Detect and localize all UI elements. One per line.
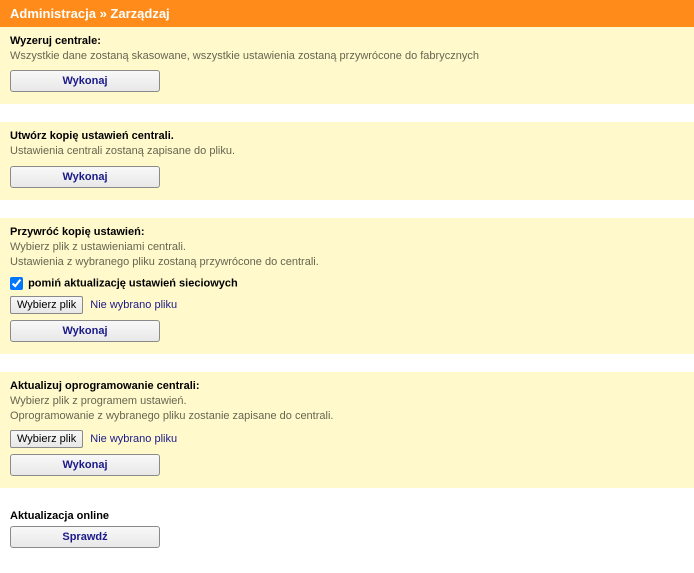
reset-desc: Wszystkie dane zostaną skasowane, wszyst…	[10, 49, 684, 64]
firmware-desc1: Wybierz plik z programem ustawień.	[10, 394, 684, 409]
reset-title: Wyzeruj centrale:	[10, 35, 684, 47]
section-backup: Utwórz kopię ustawień centrali. Ustawien…	[0, 122, 694, 199]
breadcrumb: Administracja » Zarządzaj	[0, 0, 694, 27]
backup-desc: Ustawienia centrali zostaną zapisane do …	[10, 144, 684, 159]
restore-desc2: Ustawienia z wybranego pliku zostaną prz…	[10, 255, 684, 270]
firmware-choose-file-button[interactable]: Wybierz plik	[10, 430, 83, 448]
skip-network-label[interactable]: pomiń aktualizację ustawień sieciowych	[28, 277, 238, 289]
online-title: Aktualizacja online	[10, 510, 684, 522]
restore-choose-file-button[interactable]: Wybierz plik	[10, 296, 83, 314]
restore-file-row: Wybierz plik Nie wybrano pliku	[10, 296, 684, 314]
backup-title: Utwórz kopię ustawień centrali.	[10, 130, 684, 142]
breadcrumb-text: Administracja » Zarządzaj	[10, 6, 170, 21]
skip-network-checkbox[interactable]	[10, 277, 23, 290]
firmware-file-row: Wybierz plik Nie wybrano pliku	[10, 430, 684, 448]
section-reset: Wyzeruj centrale: Wszystkie dane zostaną…	[0, 27, 694, 104]
firmware-file-status: Nie wybrano pliku	[90, 433, 177, 445]
restore-title: Przywróć kopię ustawień:	[10, 226, 684, 238]
section-firmware: Aktualizuj oprogramowanie centrali: Wybi…	[0, 372, 694, 489]
firmware-title: Aktualizuj oprogramowanie centrali:	[10, 380, 684, 392]
reset-execute-button[interactable]: Wykonaj	[10, 70, 160, 92]
restore-checkbox-row: pomiń aktualizację ustawień sieciowych	[10, 277, 684, 290]
firmware-desc2: Oprogramowanie z wybranego pliku zostani…	[10, 409, 684, 424]
restore-desc1: Wybierz plik z ustawieniami centrali.	[10, 240, 684, 255]
backup-execute-button[interactable]: Wykonaj	[10, 166, 160, 188]
restore-execute-button[interactable]: Wykonaj	[10, 320, 160, 342]
section-online: Aktualizacja online Sprawdź	[0, 506, 694, 552]
restore-file-status: Nie wybrano pliku	[90, 299, 177, 311]
section-restore: Przywróć kopię ustawień: Wybierz plik z …	[0, 218, 694, 354]
firmware-execute-button[interactable]: Wykonaj	[10, 454, 160, 476]
online-check-button[interactable]: Sprawdź	[10, 526, 160, 548]
